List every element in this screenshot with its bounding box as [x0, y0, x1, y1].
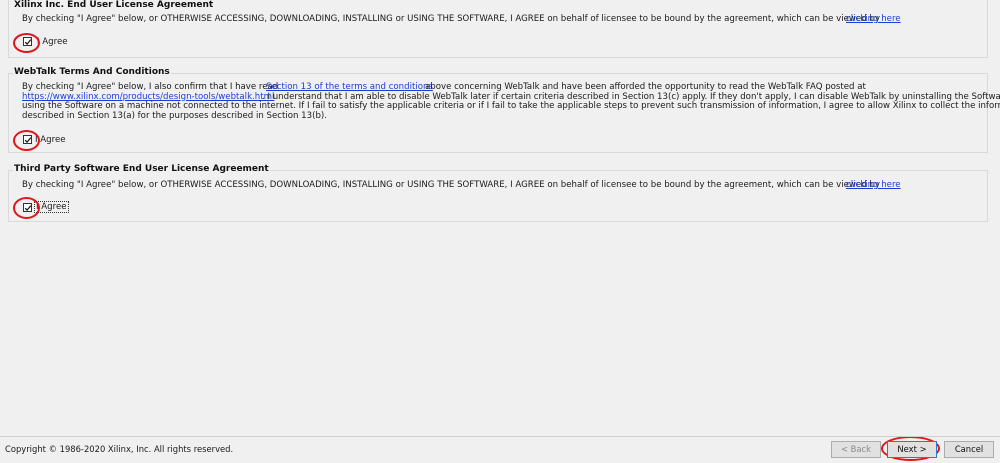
webtalk-title: WebTalk Terms And Conditions — [13, 67, 171, 77]
annotation-circle-eula — [13, 33, 40, 53]
thirdparty-group: Third Party Software End User License Ag… — [8, 164, 988, 222]
thirdparty-link[interactable]: clicking here — [846, 180, 901, 191]
footer-separator — [0, 436, 1000, 437]
thirdparty-agree-label-text: I Agree — [36, 202, 67, 212]
thirdparty-text: By checking "I Agree" below, or OTHERWIS… — [22, 180, 880, 190]
annotation-circle-webtalk — [13, 130, 40, 151]
annotation-circle-thirdparty — [13, 197, 40, 219]
next-button-label: Next > — [897, 444, 927, 454]
eula-agree-label-text: I Agree — [37, 37, 68, 47]
thirdparty-title: Third Party Software End User License Ag… — [13, 164, 270, 174]
copyright-text: Copyright © 1986-2020 Xilinx, Inc. All r… — [5, 444, 234, 454]
eula-group: Xilinx Inc. End User License Agreement B… — [8, 0, 988, 58]
eula-link[interactable]: clicking here — [846, 14, 901, 25]
back-button[interactable]: < Back — [831, 441, 881, 458]
eula-agree-label[interactable]: I Agree — [37, 37, 68, 47]
webtalk-group: WebTalk Terms And Conditions By checking… — [8, 67, 1000, 153]
next-button[interactable]: Next > — [887, 441, 937, 458]
cancel-button-label: Cancel — [954, 444, 984, 454]
eula-text: By checking "I Agree" below, or OTHERWIS… — [22, 14, 880, 24]
back-button-label: < Back — [840, 444, 871, 454]
webtalk-line4-text: described in Section 13(a) for the purpo… — [22, 110, 328, 121]
cancel-button[interactable]: Cancel — [944, 441, 994, 458]
eula-title: Xilinx Inc. End User License Agreement — [13, 0, 215, 10]
